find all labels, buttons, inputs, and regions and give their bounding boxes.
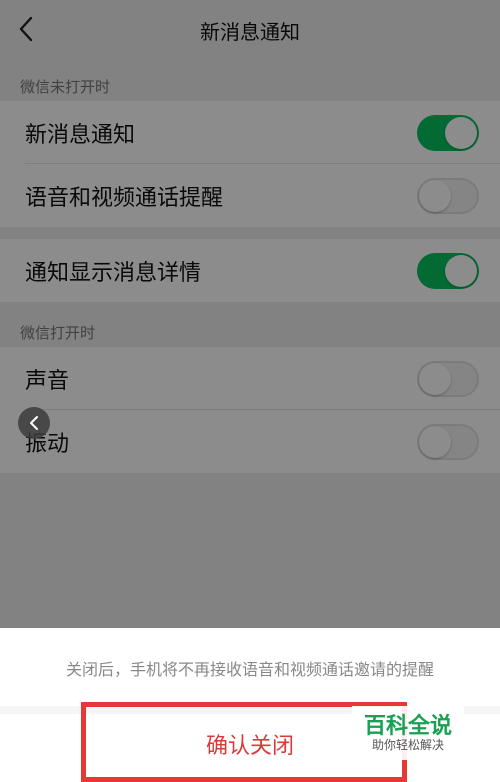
watermark-logo: 百科全说 助你轻松解决 xyxy=(352,706,464,760)
floating-back-icon[interactable] xyxy=(18,407,50,439)
modal-overlay[interactable] xyxy=(0,0,500,628)
watermark-subtitle: 助你轻松解决 xyxy=(371,738,444,752)
sheet-message: 关闭后，手机将不再接收语音和视频通话邀请的提醒 xyxy=(65,660,434,679)
